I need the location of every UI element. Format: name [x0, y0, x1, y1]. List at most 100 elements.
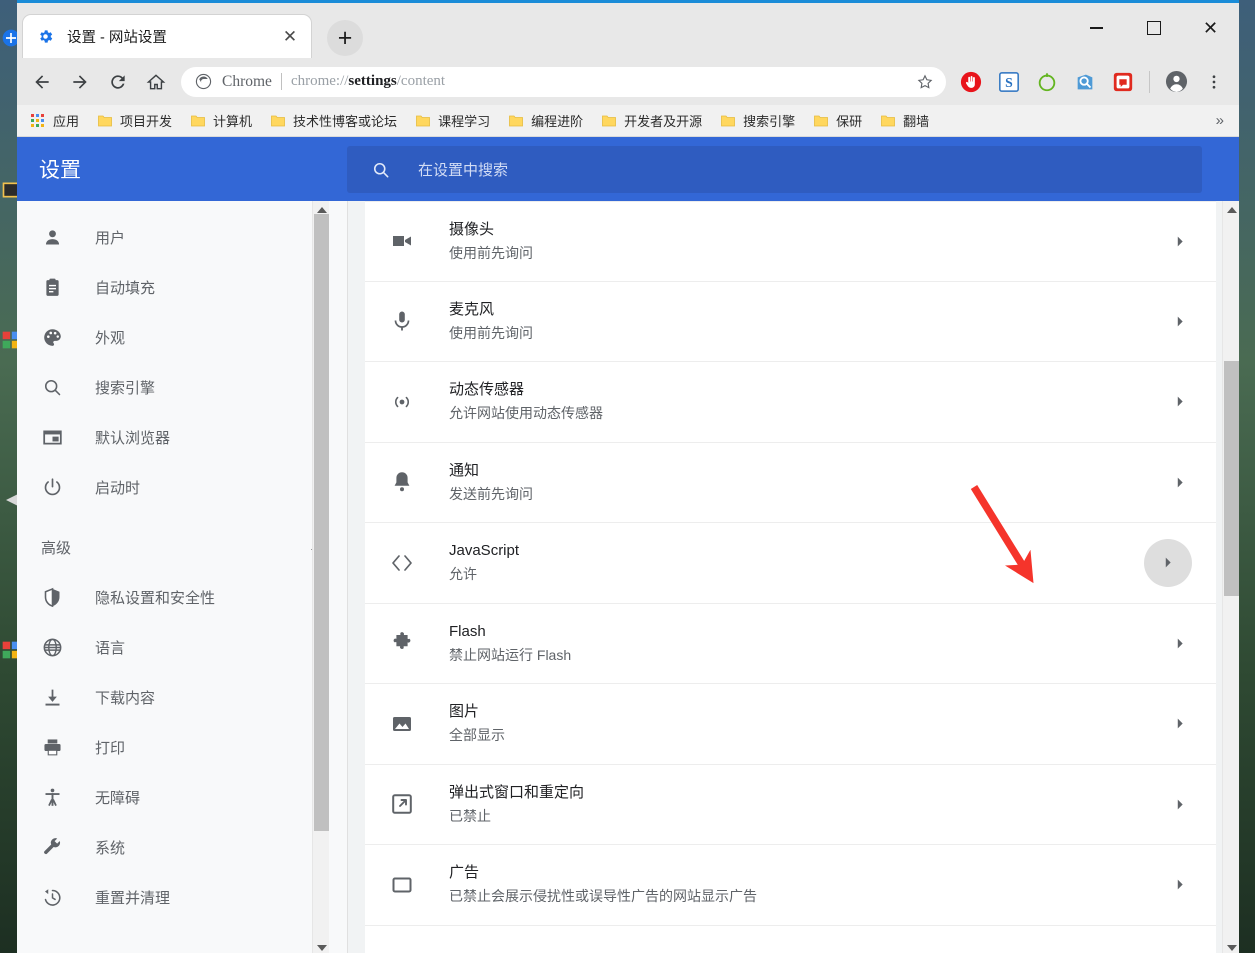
row-subtitle: 允许 — [449, 566, 477, 583]
bookmark-apps[interactable]: 应用 — [22, 108, 87, 133]
bookmark-label: 技术性博客或论坛 — [293, 114, 398, 129]
row-title: 麦克风 — [449, 300, 495, 318]
browser-toolbar: Chrome chrome://settings/content S — [17, 58, 1239, 105]
row-subtitle: 禁止网站运行 Flash — [449, 646, 572, 663]
new-tab-button[interactable]: + — [327, 20, 363, 56]
content-scrollbar[interactable] — [1222, 201, 1239, 953]
table-row[interactable]: Flash 禁止网站运行 Flash — [365, 604, 1216, 684]
chevron-right-icon[interactable] — [1144, 538, 1192, 587]
chevron-right-icon[interactable] — [1168, 309, 1192, 333]
row-text: 广告 已禁止会展示侵扰性或误导性广告的网站显示广告 — [449, 862, 1168, 907]
bookmark-folder[interactable]: 保研 — [805, 108, 870, 133]
chevron-right-icon[interactable] — [1168, 390, 1192, 414]
table-row[interactable]: 通知 发送前先询问 — [365, 443, 1216, 523]
home-icon[interactable] — [137, 63, 175, 101]
chevron-right-icon[interactable] — [1168, 712, 1192, 736]
table-row[interactable]: 摄像头 使用前先询问 — [365, 201, 1216, 282]
row-text: 图片 全部显示 — [449, 701, 1168, 746]
bookmark-label: 项目开发 — [120, 114, 173, 129]
settings-sidebar: 用户 自动填充 外观 搜索引擎 默认浏览器 启动时 高级 隐私设置和安全性 语言… — [17, 201, 348, 953]
row-title: JavaScript — [449, 542, 520, 560]
settings-content: 摄像头 使用前先询问 麦克风 使用前先询问 动态传感器 允许网站使用动态传感器 … — [348, 201, 1239, 953]
maximize-button[interactable] — [1125, 3, 1182, 53]
bookmarks-overflow-icon[interactable]: » — [1206, 112, 1234, 129]
chevron-right-icon[interactable] — [1168, 229, 1192, 253]
bookmark-folder[interactable]: 编程进阶 — [500, 108, 591, 133]
chevron-right-icon[interactable] — [1168, 873, 1192, 897]
table-row[interactable]: 麦克风 使用前先询问 — [365, 282, 1216, 362]
browser-tab[interactable]: 设置 - 网站设置 ✕ — [22, 14, 312, 58]
content-scrollbar-thumb[interactable] — [1224, 361, 1239, 596]
red-square-extension-icon[interactable] — [1108, 67, 1138, 97]
search-input[interactable]: 在设置中搜索 — [347, 146, 1202, 193]
tab-title: 设置 - 网站设置 — [67, 30, 167, 46]
sidebar-item-reset-cleanup[interactable]: 重置并清理 — [17, 872, 347, 922]
shield-icon — [41, 586, 63, 608]
sidebar-item-printing[interactable]: 打印 — [17, 722, 347, 772]
sidebar-item-downloads[interactable]: 下载内容 — [17, 672, 347, 722]
download-icon — [41, 686, 63, 708]
chevron-right-icon[interactable] — [1168, 792, 1192, 816]
bookmark-star-icon[interactable] — [910, 67, 940, 97]
accessibility-icon — [41, 786, 63, 808]
settings-gear-icon — [37, 28, 54, 45]
sidebar-item-appearance[interactable]: 外观 — [17, 312, 347, 362]
green-circle-extension-icon[interactable] — [1032, 67, 1062, 97]
chrome-brand-icon — [195, 73, 212, 90]
sidebar-scrollbar[interactable] — [312, 201, 329, 953]
sidebar-item-label: 系统 — [95, 839, 126, 857]
bookmark-folder[interactable]: 计算机 — [182, 108, 260, 133]
table-row[interactable]: 图片 全部显示 — [365, 684, 1216, 765]
bookmark-folder[interactable]: 项目开发 — [89, 108, 180, 133]
adblock-extension-icon[interactable] — [956, 67, 986, 97]
forward-icon[interactable] — [61, 63, 99, 101]
profile-avatar-icon[interactable] — [1157, 63, 1195, 101]
bookmark-folder[interactable]: 技术性博客或论坛 — [262, 108, 405, 133]
sidebar-item-accessibility[interactable]: 无障碍 — [17, 772, 347, 822]
row-title: 摄像头 — [449, 220, 495, 238]
content-settings-card: 摄像头 使用前先询问 麦克风 使用前先询问 动态传感器 允许网站使用动态传感器 … — [365, 201, 1216, 953]
sidebar-item-user[interactable]: 用户 — [17, 212, 347, 262]
address-bar[interactable]: Chrome chrome://settings/content — [181, 66, 946, 97]
scroll-down-icon[interactable] — [313, 939, 330, 953]
sidebar-item-privacy-security[interactable]: 隐私设置和安全性 — [17, 572, 347, 622]
table-row[interactable]: 动态传感器 允许网站使用动态传感器 — [365, 362, 1216, 443]
row-subtitle: 全部显示 — [449, 727, 505, 744]
sidebar-item-label: 无障碍 — [95, 789, 141, 807]
bookmark-folder[interactable]: 开发者及开源 — [593, 108, 710, 133]
bookmark-folder[interactable]: 搜索引擎 — [712, 108, 803, 133]
puzzle-piece-icon — [389, 630, 415, 656]
sidebar-item-autofill[interactable]: 自动填充 — [17, 262, 347, 312]
search-placeholder: 在设置中搜索 — [418, 162, 509, 179]
search-magnifier-extension-icon[interactable] — [1070, 67, 1100, 97]
minimize-button[interactable] — [1068, 3, 1125, 53]
sidebar-section-advanced[interactable]: 高级 — [17, 522, 347, 572]
reload-icon[interactable] — [99, 63, 137, 101]
back-icon[interactable] — [23, 63, 61, 101]
close-window-button[interactable]: ✕ — [1182, 3, 1239, 53]
sidebar-item-system[interactable]: 系统 — [17, 822, 347, 872]
sidebar-item-languages[interactable]: 语言 — [17, 622, 347, 672]
sidebar-item-search-engine[interactable]: 搜索引擎 — [17, 362, 347, 412]
bookmark-folder[interactable]: 课程学习 — [407, 108, 498, 133]
scroll-down-icon[interactable] — [1223, 939, 1239, 953]
table-row-javascript[interactable]: JavaScript 允许 — [365, 523, 1216, 604]
sidebar-scrollbar-thumb[interactable] — [314, 214, 329, 831]
sidebar-item-on-startup[interactable]: 启动时 — [17, 462, 347, 512]
chrome-menu-icon[interactable] — [1195, 63, 1233, 101]
chevron-right-icon[interactable] — [1168, 470, 1192, 494]
folder-icon — [880, 113, 896, 129]
popup-window-icon — [389, 791, 415, 817]
bookmark-folder[interactable]: 翻墙 — [872, 108, 937, 133]
table-row[interactable]: 广告 已禁止会展示侵扰性或误导性广告的网站显示广告 — [365, 845, 1216, 926]
table-row[interactable]: 弹出式窗口和重定向 已禁止 — [365, 765, 1216, 845]
close-icon[interactable]: ✕ — [279, 26, 301, 48]
scroll-up-icon[interactable] — [1223, 201, 1239, 218]
chevron-right-icon[interactable] — [1168, 631, 1192, 655]
sidebar-item-label: 启动时 — [95, 479, 141, 497]
sidebar-item-default-browser[interactable]: 默认浏览器 — [17, 412, 347, 462]
omnibox-url: chrome://settings/content — [290, 73, 446, 89]
wrench-icon — [41, 836, 63, 858]
sogou-extension-icon[interactable]: S — [994, 67, 1024, 97]
row-subtitle: 使用前先询问 — [449, 324, 533, 341]
